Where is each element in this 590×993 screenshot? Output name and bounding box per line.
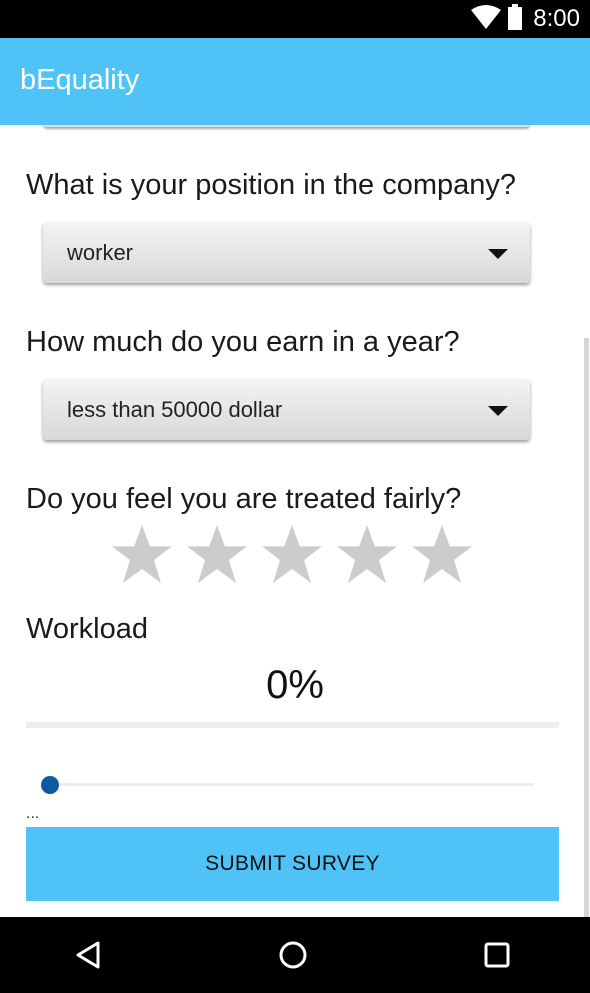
wifi-icon [471, 4, 502, 34]
battery-icon [507, 3, 523, 35]
star-icon[interactable] [185, 523, 249, 587]
status-time: 8:00 [533, 5, 580, 32]
home-icon [278, 940, 308, 970]
position-spinner-value: worker [67, 240, 134, 265]
scrollbar[interactable] [584, 338, 589, 917]
workload-progress-track [26, 722, 559, 728]
status-icons: 8:00 [471, 3, 580, 35]
previous-spinner[interactable] [43, 125, 530, 127]
dropdown-arrow-icon [488, 406, 508, 416]
star-icon[interactable] [335, 523, 399, 587]
recents-button[interactable] [457, 917, 537, 993]
fairness-question: Do you feel you are treated fairly? [26, 483, 462, 515]
star-icon[interactable] [110, 523, 174, 587]
status-bar: 8:00 [0, 0, 590, 38]
star-icon[interactable] [260, 523, 324, 587]
back-icon [74, 940, 102, 970]
star-icon[interactable] [410, 523, 474, 587]
back-button[interactable] [48, 917, 128, 993]
survey-form: What is your position in the company? wo… [0, 125, 590, 917]
earnings-spinner[interactable]: less than 50000 dollar [43, 379, 530, 440]
recents-icon [484, 942, 510, 968]
workload-label: Workload [26, 613, 148, 645]
position-question: What is your position in the company? [26, 169, 517, 201]
dropdown-arrow-icon [488, 249, 508, 259]
workload-seekbar[interactable] [42, 783, 534, 786]
workload-value: 0% [266, 663, 324, 707]
earnings-spinner-value: less than 50000 dollar [67, 397, 283, 422]
position-spinner[interactable]: worker [43, 222, 530, 283]
fairness-rating-bar[interactable] [110, 523, 474, 587]
submit-survey-button[interactable]: SUBMIT SURVEY [26, 827, 559, 901]
app-bar: bEquality [0, 38, 590, 125]
workload-seekbar-thumb[interactable] [41, 776, 59, 794]
earnings-question: How much do you earn in a year? [26, 326, 460, 358]
home-button[interactable] [253, 917, 333, 993]
ellipsis-text: ... [26, 805, 40, 822]
app-title: bEquality [20, 64, 140, 96]
navigation-bar [0, 917, 590, 993]
